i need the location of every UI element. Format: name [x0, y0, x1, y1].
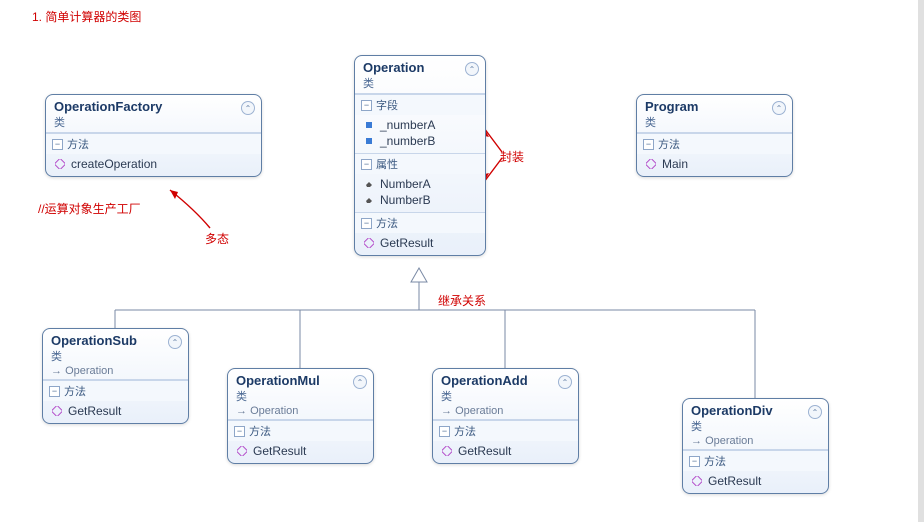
class-operation-sub[interactable]: OperationSub 类 → Operation ⌃ − 方法 GetRes… — [42, 328, 189, 424]
method-icon — [441, 445, 453, 457]
polymorphism-label: 多态 — [205, 230, 229, 247]
collapse-icon[interactable]: ⌃ — [168, 335, 182, 349]
field-icon — [363, 119, 375, 131]
class-operation-mul[interactable]: OperationMul 类 → Operation ⌃ − 方法 GetRes… — [227, 368, 374, 464]
class-title: Operation — [363, 60, 477, 75]
base-class-link[interactable]: → Operation — [51, 365, 180, 377]
field-number-a[interactable]: _numberA — [361, 117, 481, 133]
method-get-result[interactable]: GetResult — [361, 235, 481, 251]
toggle-icon[interactable]: − — [361, 159, 372, 170]
collapse-icon[interactable]: ⌃ — [465, 62, 479, 76]
class-operation-factory[interactable]: OperationFactory 类 ⌃ − 方法 createOperatio… — [45, 94, 262, 177]
class-program[interactable]: Program 类 ⌃ − 方法 Main — [636, 94, 793, 177]
field-icon — [363, 135, 375, 147]
section-methods-label: 方法 — [454, 423, 476, 439]
stereotype: 类 — [645, 114, 784, 130]
class-title: OperationAdd — [441, 373, 570, 388]
toggle-icon[interactable]: − — [643, 139, 654, 150]
toggle-icon[interactable]: − — [361, 100, 372, 111]
method-icon — [54, 158, 66, 170]
method-get-result[interactable]: GetResult — [439, 443, 574, 459]
base-class-link[interactable]: → Operation — [236, 405, 365, 417]
stereotype: 类 — [51, 348, 180, 364]
toggle-icon[interactable]: − — [52, 139, 63, 150]
method-icon — [645, 158, 657, 170]
toggle-icon[interactable]: − — [689, 456, 700, 467]
method-icon — [691, 475, 703, 487]
method-icon — [363, 237, 375, 249]
factory-comment: //运算对象生产工厂 — [38, 200, 141, 217]
encapsulation-label: 封装 — [500, 148, 524, 165]
class-title: OperationFactory — [54, 99, 253, 114]
class-operation-div[interactable]: OperationDiv 类 → Operation ⌃ − 方法 GetRes… — [682, 398, 829, 494]
diagram-title: 1. 简单计算器的类图 — [32, 8, 141, 25]
base-class-link[interactable]: → Operation — [441, 405, 570, 417]
collapse-icon[interactable]: ⌃ — [353, 375, 367, 389]
section-methods-label: 方法 — [704, 453, 726, 469]
class-operation-add[interactable]: OperationAdd 类 → Operation ⌃ − 方法 GetRes… — [432, 368, 579, 464]
method-icon — [51, 405, 63, 417]
field-number-b[interactable]: _numberB — [361, 133, 481, 149]
section-methods-label: 方法 — [67, 136, 89, 152]
section-methods-label: 方法 — [64, 383, 86, 399]
method-get-result[interactable]: GetResult — [234, 443, 369, 459]
stereotype: 类 — [363, 75, 477, 91]
property-number-b[interactable]: NumberB — [361, 192, 481, 208]
property-number-a[interactable]: NumberA — [361, 176, 481, 192]
method-create-operation[interactable]: createOperation — [52, 156, 257, 172]
method-get-result[interactable]: GetResult — [49, 403, 184, 419]
toggle-icon[interactable]: − — [439, 426, 450, 437]
inheritance-label: 继承关系 — [438, 292, 486, 309]
toggle-icon[interactable]: − — [49, 386, 60, 397]
stereotype: 类 — [236, 388, 365, 404]
method-main[interactable]: Main — [643, 156, 788, 172]
toggle-icon[interactable]: − — [234, 426, 245, 437]
class-title: OperationSub — [51, 333, 180, 348]
class-title: OperationMul — [236, 373, 365, 388]
diagram-canvas: 1. 简单计算器的类图 //运算对象生产工厂 多态 封装 继承关系 Operat… — [0, 0, 924, 522]
section-properties-label: 属性 — [376, 156, 398, 172]
section-methods-label: 方法 — [249, 423, 271, 439]
stereotype: 类 — [54, 114, 253, 130]
toggle-icon[interactable]: − — [361, 218, 372, 229]
class-operation[interactable]: Operation 类 ⌃ − 字段 _numberA _numberB — [354, 55, 486, 256]
collapse-icon[interactable]: ⌃ — [558, 375, 572, 389]
section-methods-label: 方法 — [658, 136, 680, 152]
base-class-link[interactable]: → Operation — [691, 435, 820, 447]
section-fields-label: 字段 — [376, 97, 398, 113]
class-title: Program — [645, 99, 784, 114]
stereotype: 类 — [441, 388, 570, 404]
method-icon — [236, 445, 248, 457]
class-title: OperationDiv — [691, 403, 820, 418]
collapse-icon[interactable]: ⌃ — [808, 405, 822, 419]
property-icon — [363, 178, 375, 190]
collapse-icon[interactable]: ⌃ — [772, 101, 786, 115]
method-get-result[interactable]: GetResult — [689, 473, 824, 489]
property-icon — [363, 194, 375, 206]
section-methods-label: 方法 — [376, 215, 398, 231]
right-scrollbar-area — [918, 0, 924, 522]
collapse-icon[interactable]: ⌃ — [241, 101, 255, 115]
stereotype: 类 — [691, 418, 820, 434]
